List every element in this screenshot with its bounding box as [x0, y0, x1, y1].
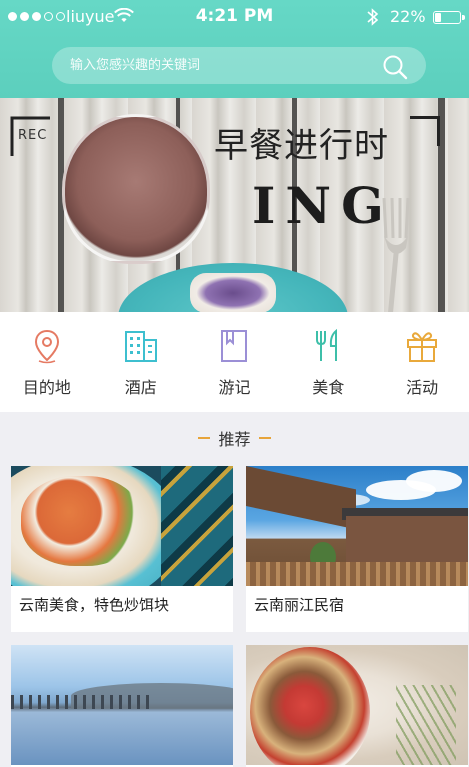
- banner-subtitle: ING: [252, 176, 394, 235]
- card-photo: [246, 645, 468, 765]
- recommend-card[interactable]: [246, 645, 468, 767]
- search-icon[interactable]: [382, 54, 408, 84]
- title-dash-right: [258, 437, 271, 439]
- category-nav: 目的地 酒店 游记 美食 活动: [0, 312, 469, 412]
- category-label: 酒店: [124, 378, 157, 397]
- card-caption: 云南美食，特色炒饵块: [19, 596, 170, 614]
- bookmark-book-icon: [221, 330, 248, 362]
- card-caption: 云南丽江民宿: [254, 596, 345, 614]
- section-label: 推荐: [218, 430, 251, 449]
- search-bar[interactable]: [52, 47, 426, 84]
- search-input[interactable]: [70, 47, 370, 84]
- location-pin-icon: [34, 329, 59, 364]
- category-label: 美食: [312, 378, 345, 397]
- category-hotel[interactable]: 酒店: [94, 312, 188, 412]
- gift-icon: [407, 332, 438, 362]
- smoothie-cup-image: [62, 114, 210, 264]
- recommend-card[interactable]: [11, 645, 233, 767]
- banner[interactable]: REC 早餐进行时 ING: [0, 98, 469, 312]
- card-photo: [246, 466, 468, 586]
- card-photo: [11, 466, 233, 586]
- hotel-building-icon: [124, 331, 157, 362]
- category-label: 活动: [406, 378, 439, 397]
- purple-roll-image: [190, 273, 276, 312]
- category-food[interactable]: 美食: [281, 312, 375, 412]
- banner-title: 早餐进行时: [214, 126, 389, 166]
- category-activity[interactable]: 活动: [375, 312, 469, 412]
- frame-corner-icon: [410, 116, 440, 146]
- title-dash-left: [198, 437, 211, 439]
- fork-knife-icon: [316, 328, 338, 361]
- rec-label: REC: [18, 128, 48, 143]
- category-label: 游记: [218, 378, 251, 397]
- status-bar: liuyue 4:21 PM 22%: [0, 0, 469, 34]
- section-title: 推荐: [0, 412, 469, 464]
- header: liuyue 4:21 PM 22%: [0, 0, 469, 98]
- recommend-card[interactable]: 云南美食，特色炒饵块: [11, 466, 233, 632]
- category-destination[interactable]: 目的地: [0, 312, 94, 412]
- battery-icon: [433, 11, 465, 24]
- category-travelogue[interactable]: 游记: [188, 312, 282, 412]
- card-photo: [11, 645, 233, 765]
- bluetooth-icon: [366, 7, 380, 31]
- recommend-card[interactable]: 云南丽江民宿: [246, 466, 468, 632]
- battery-percent: 22%: [390, 7, 426, 26]
- category-label: 目的地: [22, 378, 71, 397]
